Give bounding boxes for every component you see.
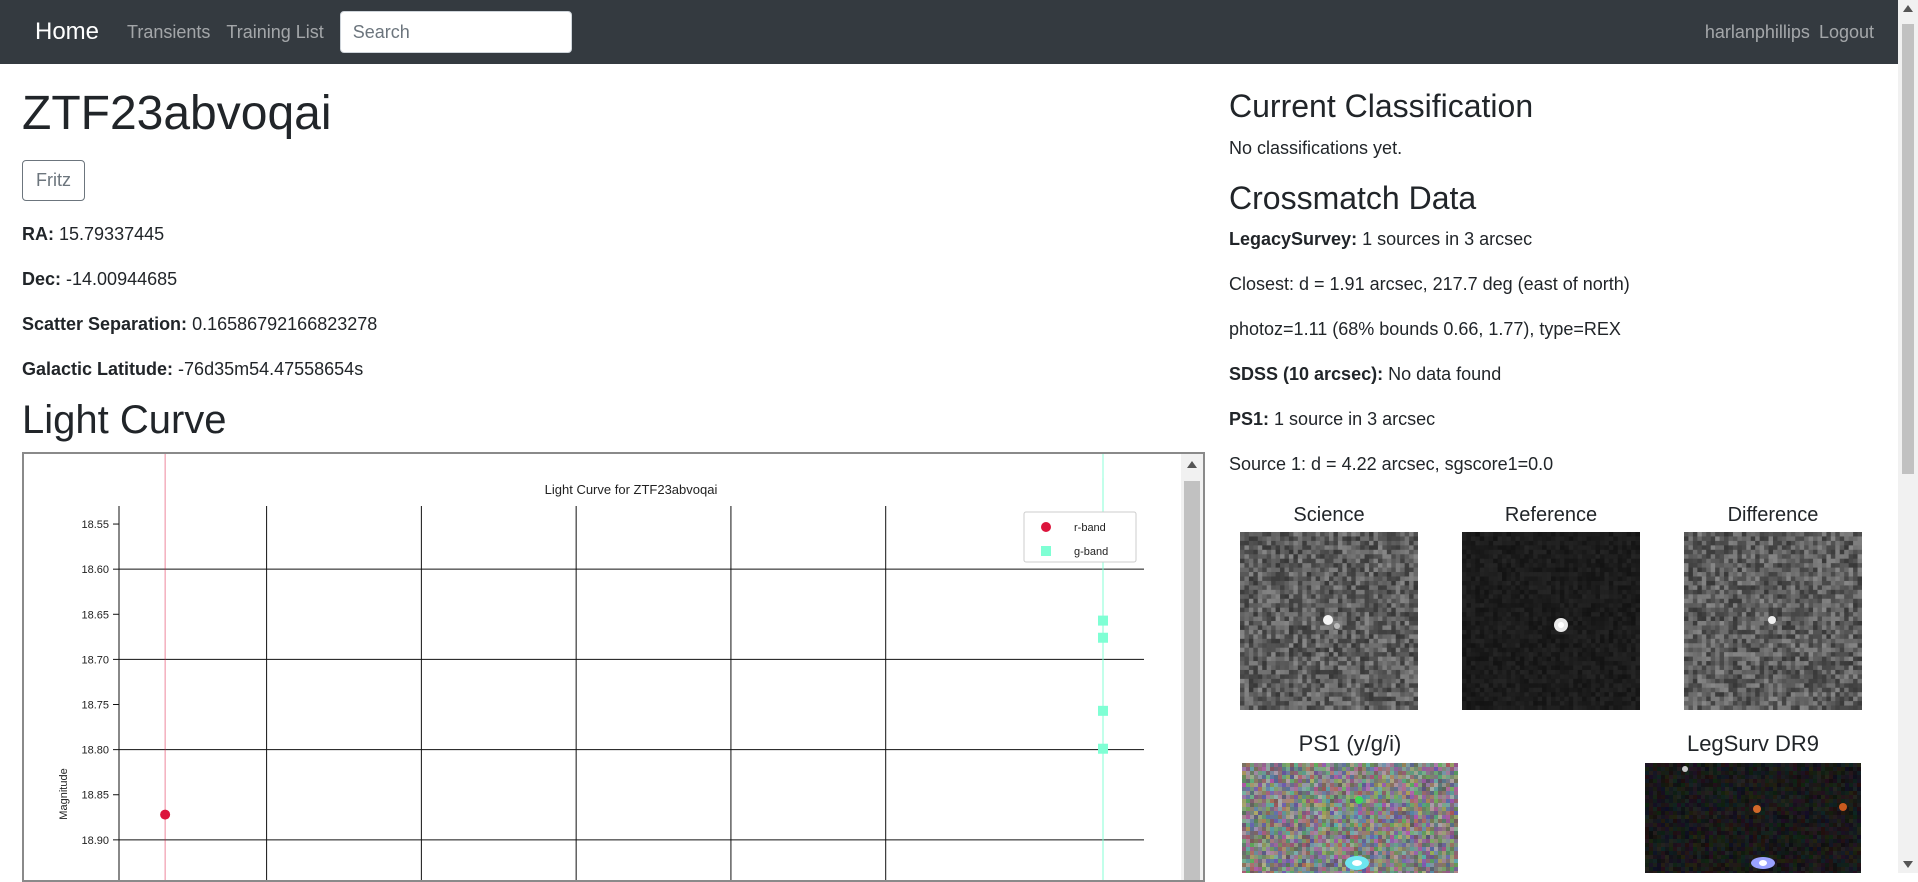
ra-row: RA: 15.79337445	[22, 224, 164, 245]
source-blob	[1355, 796, 1363, 804]
source-blob	[1352, 860, 1362, 866]
ps1-value: 1 source in 3 arcsec	[1274, 409, 1435, 429]
sdss-label: SDSS (10 arcsec):	[1229, 364, 1383, 384]
source-blob	[1558, 622, 1564, 628]
source-blob	[1759, 860, 1767, 866]
scatter-separation-row: Scatter Separation: 0.16586792166823278	[22, 314, 377, 335]
nav-username-link[interactable]: harlanphillips	[1705, 22, 1810, 43]
search-input[interactable]	[340, 11, 572, 53]
reference-cutout-image	[1462, 532, 1640, 710]
scrollbar-thumb[interactable]	[1902, 24, 1914, 474]
legend-marker-r-band	[1041, 522, 1051, 532]
ps1-row: PS1: 1 source in 3 arcsec	[1229, 409, 1435, 430]
light-curve-plot-frame[interactable]: Light Curve for ZTF23abvoqai 18.55 18.60 18…	[22, 452, 1205, 882]
page-scrollbar[interactable]	[1898, 0, 1918, 873]
science-label: Science	[1240, 504, 1418, 527]
nav-training-list-link[interactable]: Training List	[226, 22, 323, 43]
ps1-label: PS1:	[1229, 409, 1269, 429]
photoz-text: photoz=1.11 (68% bounds 0.66, 1.77), typ…	[1229, 319, 1621, 340]
ps1-cutout-label: PS1 (y/g/i)	[1242, 731, 1458, 757]
scatter-separation-label: Scatter Separation:	[22, 314, 187, 334]
source-blob	[1753, 805, 1761, 813]
light-curve-chart[interactable]: Light Curve for ZTF23abvoqai 18.55 18.60 18…	[24, 454, 1184, 882]
nav-user-area: harlanphillips Logout	[1696, 0, 1874, 64]
nav-home-link[interactable]: Home	[35, 18, 99, 46]
y-tick-label: 18.65	[81, 609, 109, 621]
source-blob	[1334, 623, 1340, 629]
galactic-latitude-row: Galactic Latitude: -76d35m54.47558654s	[22, 359, 363, 380]
source-blob	[1839, 803, 1847, 811]
chart-title: Light Curve for ZTF23abvoqai	[545, 482, 718, 497]
g-band-point	[1098, 744, 1108, 754]
ra-value: 15.79337445	[59, 224, 164, 244]
object-title: ZTF23abvoqai	[22, 86, 332, 141]
source-blob	[1323, 615, 1333, 625]
crossmatch-heading: Crossmatch Data	[1229, 180, 1476, 217]
plot-scrollbar[interactable]	[1181, 454, 1203, 880]
y-tick-label: 18.90	[81, 835, 109, 847]
legend-label-g-band: g-band	[1074, 546, 1108, 558]
sdss-row: SDSS (10 arcsec): No data found	[1229, 364, 1501, 385]
y-tick-label: 18.75	[81, 700, 109, 712]
plot-scroll-up-arrow-icon[interactable]	[1187, 461, 1197, 468]
science-cutout-image	[1240, 532, 1418, 710]
r-band-point	[160, 810, 170, 820]
sdss-value: No data found	[1388, 364, 1501, 384]
reference-label: Reference	[1462, 504, 1640, 527]
nav-transients-link[interactable]: Transients	[127, 22, 210, 43]
classification-text: No classifications yet.	[1229, 138, 1402, 159]
scroll-down-arrow-icon[interactable]	[1903, 861, 1913, 868]
difference-cutout-image	[1684, 532, 1862, 710]
legacy-survey-row: LegacySurvey: 1 sources in 3 arcsec	[1229, 229, 1532, 250]
y-tick-label: 18.80	[81, 745, 109, 757]
source-blob	[1682, 766, 1688, 772]
scroll-up-arrow-icon[interactable]	[1903, 5, 1913, 12]
source-blob	[1768, 616, 1776, 624]
ps1-source1-text: Source 1: d = 4.22 arcsec, sgscore1=0.0	[1229, 454, 1553, 475]
dec-value: -14.00944685	[66, 269, 177, 289]
y-axis-label: Magnitude	[58, 768, 70, 819]
legsurv-color-cutout-image	[1645, 763, 1861, 873]
y-tick-label: 18.55	[81, 519, 109, 531]
difference-label: Difference	[1684, 504, 1862, 527]
y-tick-label: 18.60	[81, 564, 109, 576]
legacy-survey-label: LegacySurvey:	[1229, 229, 1357, 249]
y-tick-label: 18.85	[81, 790, 109, 802]
legend-marker-g-band	[1041, 546, 1051, 556]
fritz-button[interactable]: Fritz	[22, 160, 85, 201]
ra-label: RA:	[22, 224, 54, 244]
classification-heading: Current Classification	[1229, 88, 1533, 125]
dec-row: Dec: -14.00944685	[22, 269, 177, 290]
nav-logout-link[interactable]: Logout	[1819, 22, 1874, 43]
galactic-latitude-label: Galactic Latitude:	[22, 359, 173, 379]
legsurv-cutout-label: LegSurv DR9	[1645, 731, 1861, 757]
navbar: Home Transients Training List harlanphil…	[0, 0, 1898, 64]
plot-scrollbar-thumb[interactable]	[1184, 481, 1200, 882]
scatter-separation-value: 0.16586792166823278	[192, 314, 377, 334]
legend-label-r-band: r-band	[1074, 522, 1106, 534]
y-tick-label: 18.70	[81, 654, 109, 666]
ps1-color-cutout-image	[1242, 763, 1458, 873]
legacy-survey-value: 1 sources in 3 arcsec	[1362, 229, 1532, 249]
closest-text: Closest: d = 1.91 arcsec, 217.7 deg (eas…	[1229, 274, 1630, 295]
light-curve-heading: Light Curve	[22, 398, 227, 443]
dec-label: Dec:	[22, 269, 61, 289]
galactic-latitude-value: -76d35m54.47558654s	[178, 359, 363, 379]
